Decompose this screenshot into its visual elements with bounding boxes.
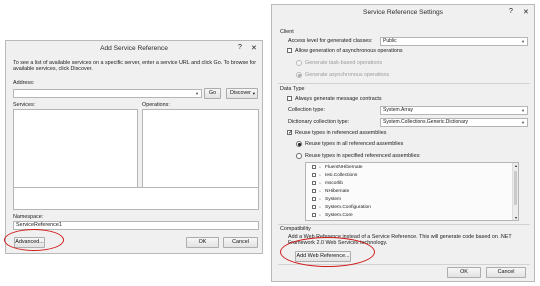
compat-header: Compatibility <box>280 226 311 232</box>
status-area <box>13 187 259 210</box>
async-ops-radio[interactable] <box>296 72 302 78</box>
close-button[interactable]: ✕ <box>523 8 529 16</box>
reuse-specified-label: Reuse types in specified referenced asse… <box>305 153 421 159</box>
ok-button[interactable]: OK <box>186 237 219 248</box>
assembly-checkbox[interactable] <box>312 173 316 177</box>
assembly-icon: ▫ <box>319 188 321 195</box>
reuse-types-checkbox[interactable] <box>287 129 293 136</box>
assembly-checkbox[interactable] <box>312 197 316 201</box>
divider <box>278 224 530 225</box>
dialog-title: Add Service Reference <box>100 45 168 52</box>
services-label: Services: <box>13 102 36 108</box>
dictionary-type-select[interactable]: System.Collections.Generic.Dictionary ▾ <box>380 118 528 127</box>
scrollbar[interactable]: ▴ ▾ <box>512 163 518 220</box>
access-level-select[interactable]: Public ▾ <box>380 37 528 46</box>
reuse-specified-radio[interactable] <box>296 153 302 159</box>
collection-type-label: Collection type: <box>288 107 325 113</box>
go-button[interactable]: Go <box>204 88 221 99</box>
dictionary-type-label: Dictionary collection type: <box>288 119 350 125</box>
assembly-checkbox[interactable] <box>312 205 316 209</box>
close-button[interactable]: ✕ <box>251 44 257 52</box>
assembly-icon: ▫ <box>319 212 321 219</box>
access-level-label: Access level for generated classes: <box>288 38 373 44</box>
namespace-input[interactable]: ServiceReference1 <box>13 221 259 230</box>
assembly-checkbox[interactable] <box>312 213 316 217</box>
help-button[interactable]: ? <box>509 8 513 15</box>
async-ops-label: Generate asynchronous operations <box>305 72 390 78</box>
client-header: Client <box>280 29 294 35</box>
assembly-icon: ▫ <box>319 172 321 179</box>
scroll-up-icon[interactable]: ▴ <box>513 163 519 168</box>
chevron-down-icon[interactable]: ▾ <box>194 90 200 97</box>
operations-label: Operations: <box>142 102 170 108</box>
cancel-button[interactable]: Cancel <box>223 237 258 248</box>
scroll-thumb[interactable] <box>514 171 517 205</box>
task-based-radio[interactable] <box>296 60 302 66</box>
scroll-down-icon[interactable]: ▾ <box>513 215 519 220</box>
ok-button[interactable]: OK <box>447 267 481 278</box>
allow-async-label: Allow generation of asynchronous operati… <box>295 48 403 54</box>
assembly-icon: ▫ <box>319 164 321 171</box>
assembly-icon: ▫ <box>319 204 321 211</box>
chevron-down-icon: ▾ <box>521 108 525 113</box>
assembly-checkbox[interactable] <box>312 165 316 169</box>
always-contracts-checkbox[interactable] <box>287 96 292 101</box>
chevron-down-icon: ▾ <box>521 39 525 44</box>
divider <box>278 83 530 84</box>
always-contracts-label: Always generate message contracts <box>295 96 382 102</box>
highlight-circle-add-web-reference <box>280 237 375 267</box>
reuse-types-label: Reuse types in referenced assemblies <box>295 130 387 136</box>
address-label: Address: <box>13 80 35 86</box>
address-input[interactable]: ▾ <box>13 89 202 98</box>
allow-async-checkbox[interactable] <box>287 48 292 53</box>
namespace-label: Namespace: <box>13 214 44 220</box>
instructions-text: To see a list of available services on a… <box>13 60 256 73</box>
assembly-checkbox[interactable] <box>312 181 316 185</box>
reuse-all-label: Reuse types in all referenced assemblies <box>305 141 404 147</box>
dialog-title: Service Reference Settings <box>363 9 443 16</box>
collection-type-select[interactable]: System.Array ▾ <box>380 106 528 115</box>
assembly-icon: ▫ <box>319 180 321 187</box>
chevron-down-icon: ▾ <box>252 91 255 96</box>
task-based-label: Generate task-based operations <box>305 60 383 66</box>
highlight-circle-advanced <box>4 229 64 251</box>
assembly-checkbox[interactable] <box>312 189 316 193</box>
assembly-icon: ▫ <box>319 196 321 203</box>
chevron-down-icon: ▾ <box>521 120 525 125</box>
help-button[interactable]: ? <box>238 44 242 51</box>
add-service-reference-dialog: Add Service Reference ? ✕ To see a list … <box>5 40 263 254</box>
cancel-button[interactable]: Cancel <box>486 267 526 278</box>
data-type-header: Data Type <box>280 86 305 92</box>
discover-button[interactable]: Discover ▾ <box>226 88 258 99</box>
reuse-all-radio[interactable] <box>296 141 302 147</box>
assemblies-list[interactable]: ▫ FluentNHibernate ▫ Iesi.Collections ▫ msc… <box>305 162 519 221</box>
